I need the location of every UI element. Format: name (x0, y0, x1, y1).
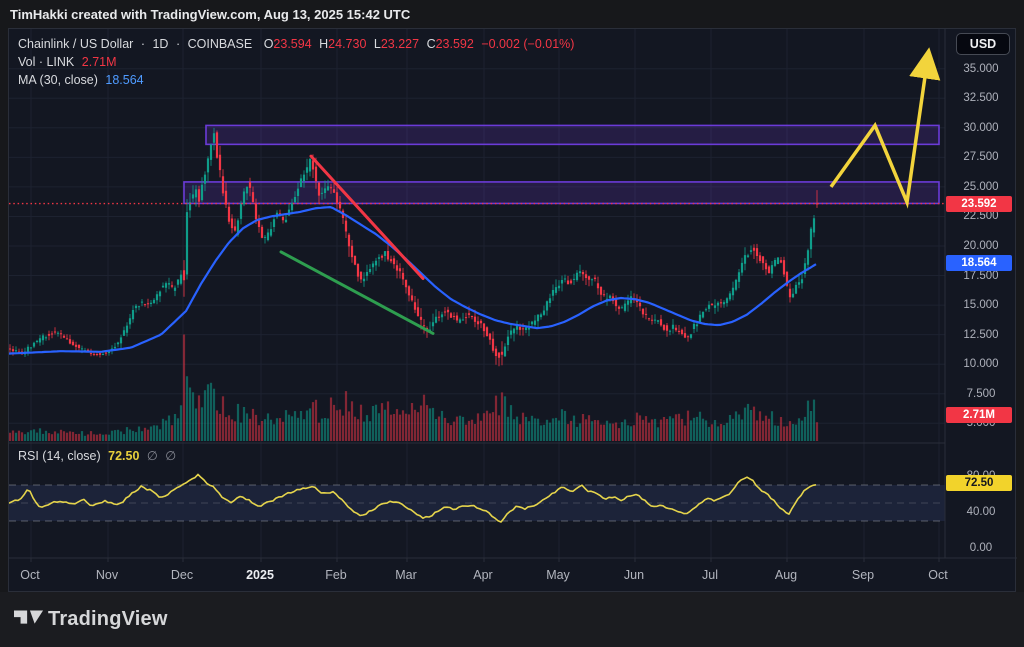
volume-label[interactable]: Vol · LINK (18, 55, 74, 69)
rsi-axis-label: 0.00 (969, 542, 993, 554)
price-axis-label: 35.000 (963, 62, 999, 75)
time-axis-label-jun: Jun (623, 568, 645, 582)
close-label: C (426, 37, 436, 51)
volume-value-badge: 2.71M (946, 407, 1012, 423)
open-value: 23.594 (273, 37, 312, 51)
rsi-legend-row[interactable]: RSI (14, close) 72.50 ∅ ∅ (18, 448, 176, 464)
ma-value: 18.564 (105, 73, 144, 87)
rsi-value-badge: 72.50 (946, 474, 1012, 491)
chart-plot-area[interactable] (9, 29, 1017, 591)
time-axis-label-dec: Dec (170, 568, 194, 582)
time-axis-label-jul: Jul (702, 568, 718, 582)
price-axis-label: 32.500 (963, 92, 999, 105)
last-price-badge: 23.592 (946, 195, 1012, 212)
low-value: 23.227 (380, 37, 420, 51)
rsi-axis-label: 40.00 (966, 506, 996, 518)
time-axis-label-2025: 2025 (246, 568, 274, 582)
supply-zone-box (205, 124, 940, 146)
ma-line (9, 206, 817, 355)
price-axis-label: 12.500 (963, 328, 999, 341)
tradingview-logo-text[interactable]: TradingView (48, 608, 168, 631)
legend-separator-1: · (140, 37, 145, 51)
price-axis-label: 27.500 (963, 151, 999, 164)
time-axis-label-sep: Sep (851, 568, 875, 582)
rsi-value: 72.50 (108, 449, 140, 463)
interval-label[interactable]: 1D (152, 37, 168, 51)
time-axis-label-feb: Feb (325, 568, 347, 582)
low-label: L (373, 37, 381, 51)
rsi-empty-slot-2: ∅ (165, 449, 177, 463)
ma-label[interactable]: MA (30, close) (18, 73, 98, 87)
attribution-text: TimHakki created with TradingView.com, A… (10, 7, 411, 22)
candle-wicks-down (9, 130, 818, 367)
high-value: 24.730 (328, 37, 367, 51)
time-axis-label-nov: Nov (95, 568, 119, 582)
time-axis-label-oct: Oct (20, 568, 40, 582)
time-axis-label-mar: Mar (395, 568, 417, 582)
price-axis-label: 10.000 (963, 358, 999, 371)
rsi-label[interactable]: RSI (14, close) (18, 449, 101, 463)
price-axis-label: 22.500 (963, 210, 999, 223)
ma-value-badge: 18.564 (946, 254, 1012, 271)
price-axis-label: 30.000 (963, 121, 999, 134)
price-axis-label: 15.000 (963, 299, 999, 312)
price-axis-label: 7.500 (966, 387, 996, 400)
legend-separator-2: · (175, 37, 181, 51)
change-value: −0.002 (−0.01%) (481, 37, 575, 51)
volume-legend-row[interactable]: Vol · LINK 2.71M (18, 54, 117, 70)
tradingview-screenshot: TimHakki created with TradingView.com, A… (0, 0, 1024, 647)
close-value: 23.592 (435, 37, 474, 51)
price-axis-label: 25.000 (963, 180, 999, 193)
price-axis-label: 20.000 (963, 240, 999, 252)
time-axis-label-aug: Aug (774, 568, 798, 582)
volume-value: 2.71M (81, 55, 117, 69)
exchange-label[interactable]: COINBASE (188, 37, 253, 51)
time-axis-label-apr: Apr (473, 568, 493, 582)
tradingview-logo-icon[interactable] (14, 607, 44, 629)
time-axis-label-may: May (546, 568, 570, 582)
open-label: O (263, 37, 274, 51)
currency-button[interactable]: USD (956, 33, 1010, 55)
rsi-empty-slot-1: ∅ (146, 449, 158, 463)
volume-bars (9, 334, 819, 441)
symbol-legend-row[interactable]: Chainlink / US Dollar · 1D · COINBASE O2… (18, 36, 574, 52)
chart-widget[interactable] (8, 28, 1017, 592)
time-axis-label-oct: Oct (928, 568, 948, 582)
symbol-title[interactable]: Chainlink / US Dollar (18, 37, 133, 51)
red-resistance-line[interactable] (309, 154, 425, 281)
high-label: H (319, 37, 329, 51)
footer-bar: TradingView (0, 592, 1024, 647)
ma-legend-row[interactable]: MA (30, close) 18.564 (18, 72, 144, 88)
